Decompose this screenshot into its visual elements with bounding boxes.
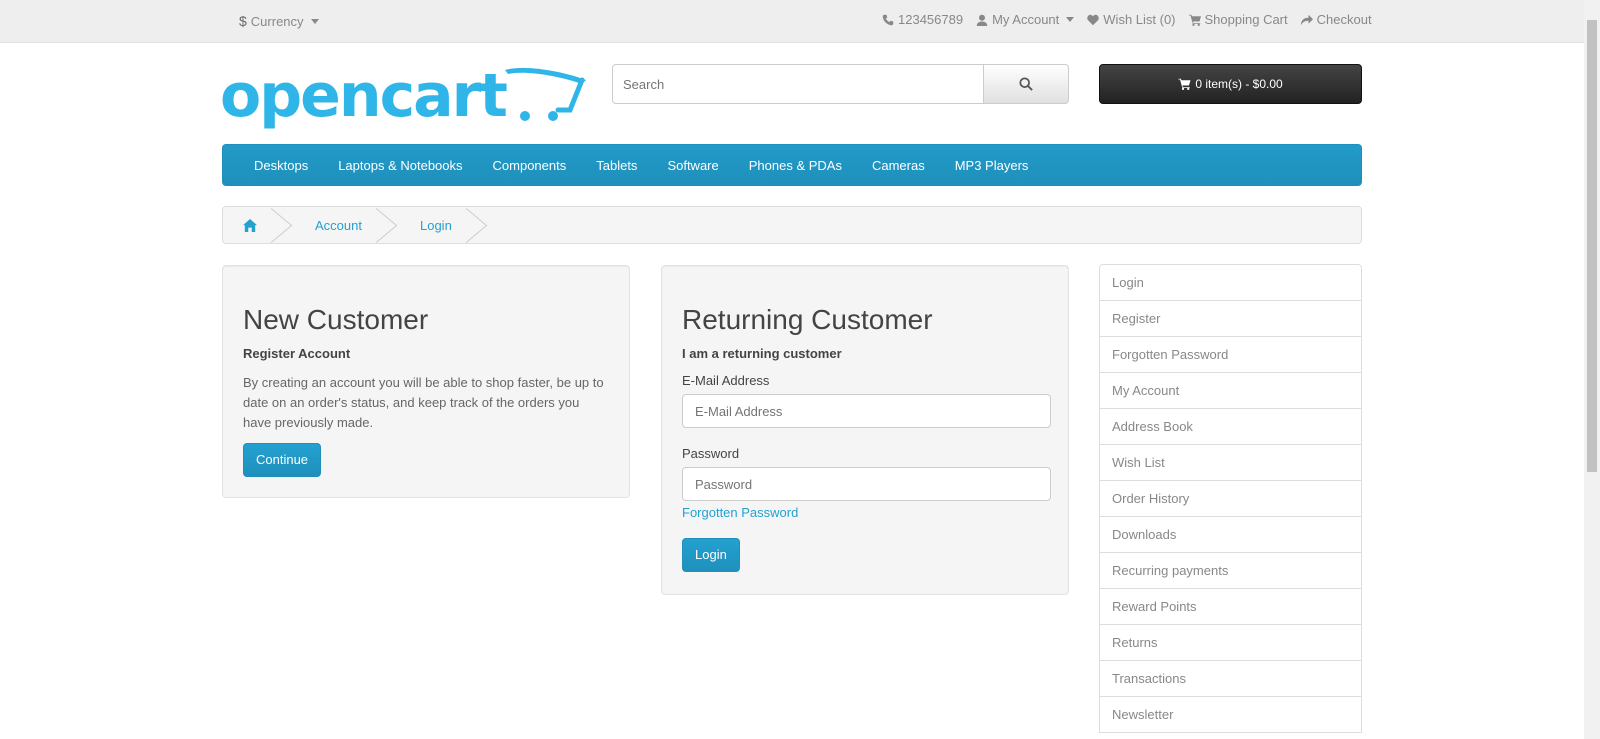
sidebar-item-transactions[interactable]: Transactions — [1099, 660, 1362, 697]
menu-item-laptops-notebooks[interactable]: Laptops & Notebooks — [338, 158, 462, 173]
cart-icon — [1188, 14, 1201, 26]
page-scrollbar[interactable] — [1584, 0, 1600, 739]
breadcrumb: Account Login — [222, 206, 1362, 244]
search-bar — [612, 64, 1069, 104]
sidebar-item-returns[interactable]: Returns — [1099, 624, 1362, 661]
sidebar-item-address-book[interactable]: Address Book — [1099, 408, 1362, 445]
currency-dropdown[interactable]: $ Currency — [239, 13, 319, 29]
category-menu: Desktops Laptops & Notebooks Components … — [222, 144, 1362, 186]
forgotten-password-link[interactable]: Forgotten Password — [682, 505, 1048, 520]
wish-list-label: Wish List (0) — [1103, 12, 1176, 27]
sidebar-item-recurring-payments[interactable]: Recurring payments — [1099, 552, 1362, 589]
heart-icon — [1087, 14, 1099, 25]
my-account-dropdown[interactable]: My Account — [976, 12, 1075, 27]
checkout-label: Checkout — [1316, 12, 1372, 27]
phone-link[interactable]: 123456789 — [882, 12, 963, 27]
top-bar: $ Currency 123456789 My Account Wish Lis… — [0, 0, 1584, 43]
sidebar-item-register[interactable]: Register — [1099, 300, 1362, 337]
phone-number: 123456789 — [898, 12, 964, 27]
search-button[interactable] — [984, 64, 1069, 104]
account-sidebar: Login Register Forgotten Password My Acc… — [1099, 264, 1362, 733]
checkout-link[interactable]: Checkout — [1300, 12, 1372, 27]
currency-label: Currency — [250, 13, 304, 29]
continue-button[interactable]: Continue — [243, 443, 322, 477]
returning-customer-subtitle: I am a returning customer — [682, 346, 842, 361]
sidebar-item-login[interactable]: Login — [1099, 264, 1362, 301]
shopping-cart-label: Shopping Cart — [1204, 12, 1288, 27]
menu-item-components[interactable]: Components — [493, 158, 567, 173]
search-input[interactable] — [612, 64, 985, 104]
my-account-label: My Account — [992, 12, 1060, 27]
sidebar-item-forgotten-password[interactable]: Forgotten Password — [1099, 336, 1362, 373]
email-field[interactable] — [682, 394, 1051, 428]
register-description: By creating an account you will be able … — [243, 375, 604, 430]
top-links: 123456789 My Account Wish List (0) Shopp… — [882, 12, 1372, 27]
password-field[interactable] — [682, 467, 1051, 501]
cart-button[interactable]: 0 item(s) - $0.00 — [1099, 64, 1362, 104]
menu-item-phones-pdas[interactable]: Phones & PDAs — [749, 158, 842, 173]
share-icon — [1300, 14, 1313, 25]
cart-label: 0 item(s) - $0.00 — [1195, 77, 1283, 91]
register-account-subtitle: Register Account — [243, 346, 351, 361]
sidebar-item-wish-list[interactable]: Wish List — [1099, 444, 1362, 481]
home-icon — [243, 218, 257, 232]
login-button[interactable]: Login — [682, 538, 740, 572]
menu-item-mp3-players[interactable]: MP3 Players — [955, 158, 1029, 173]
breadcrumb-login-label: Login — [419, 217, 452, 233]
returning-customer-panel: Returning Customer I am a returning cust… — [661, 265, 1069, 595]
svg-text:opencart: opencart — [220, 62, 507, 131]
caret-down-icon — [1066, 17, 1075, 22]
sidebar-item-downloads[interactable]: Downloads — [1099, 516, 1362, 553]
sidebar-item-reward-points[interactable]: Reward Points — [1099, 588, 1362, 625]
breadcrumb-login[interactable]: Login — [391, 207, 481, 243]
wish-list-link[interactable]: Wish List (0) — [1087, 12, 1176, 27]
email-label: E-Mail Address — [682, 373, 770, 388]
sidebar-item-order-history[interactable]: Order History — [1099, 480, 1362, 517]
breadcrumb-account-label: Account — [315, 217, 362, 233]
menu-item-software[interactable]: Software — [667, 158, 718, 173]
sidebar-item-my-account[interactable]: My Account — [1099, 372, 1362, 409]
new-customer-panel: New Customer Register Account By creatin… — [222, 265, 630, 498]
cart-icon — [1178, 78, 1191, 90]
menu-item-cameras[interactable]: Cameras — [872, 158, 925, 173]
user-icon — [976, 14, 988, 26]
phone-icon — [882, 14, 894, 25]
currency-symbol: $ — [239, 13, 247, 29]
breadcrumb-home[interactable] — [223, 207, 286, 243]
menu-item-desktops[interactable]: Desktops — [254, 158, 308, 173]
breadcrumb-account[interactable]: Account — [286, 207, 391, 243]
new-customer-title: New Customer — [243, 304, 429, 335]
returning-customer-title: Returning Customer — [682, 304, 933, 335]
shopping-cart-link[interactable]: Shopping Cart — [1188, 12, 1288, 27]
caret-down-icon — [310, 18, 319, 24]
menu-item-tablets[interactable]: Tablets — [596, 158, 637, 173]
password-label: Password — [682, 446, 740, 461]
search-icon — [1019, 77, 1033, 91]
opencart-logo[interactable]: opencart — [220, 62, 586, 136]
scrollbar-thumb[interactable] — [1587, 20, 1597, 472]
sidebar-item-newsletter[interactable]: Newsletter — [1099, 696, 1362, 733]
